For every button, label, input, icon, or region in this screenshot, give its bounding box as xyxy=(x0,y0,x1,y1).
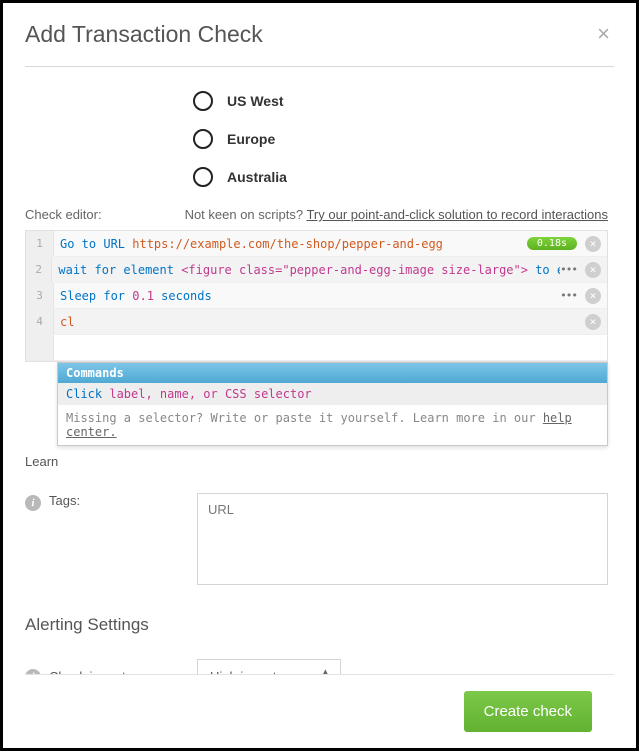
radio-icon[interactable] xyxy=(193,91,213,111)
line-code[interactable]: Go to URL https://example.com/the-shop/p… xyxy=(54,234,527,254)
radio-icon[interactable] xyxy=(193,129,213,149)
radio-icon[interactable] xyxy=(193,167,213,187)
region-option-europe[interactable]: Europe xyxy=(193,129,608,149)
line-number xyxy=(26,335,54,360)
line-number: 2 xyxy=(26,257,52,282)
tags-input[interactable] xyxy=(197,493,608,585)
editor-line-1[interactable]: 1 Go to URL https://example.com/the-shop… xyxy=(26,231,607,257)
region-label: Australia xyxy=(227,169,287,185)
delete-line-icon[interactable]: × xyxy=(585,314,601,330)
point-and-click-link[interactable]: Try our point-and-click solution to reco… xyxy=(306,207,608,222)
region-option-australia[interactable]: Australia xyxy=(193,167,608,187)
close-icon[interactable]: × xyxy=(593,21,614,47)
modal-title: Add Transaction Check xyxy=(25,21,263,48)
check-editor-header: Check editor: Not keen on scripts? Try o… xyxy=(25,207,608,222)
line-code[interactable]: Sleep for 0.1 seconds xyxy=(54,286,560,306)
delete-line-icon[interactable]: × xyxy=(585,288,601,304)
region-list: US West Europe Australia xyxy=(193,91,608,187)
line-number: 3 xyxy=(26,283,54,308)
check-editor-label: Check editor: xyxy=(25,207,102,222)
divider xyxy=(25,66,614,67)
add-transaction-check-modal: Add Transaction Check × US West Europe A… xyxy=(3,3,636,748)
info-icon[interactable]: i xyxy=(25,495,41,511)
modal-scroll-area[interactable]: US West Europe Australia Check editor: N… xyxy=(25,71,614,674)
editor-line-4[interactable]: 4 cl × xyxy=(26,309,607,335)
autocomplete-popup: Commands Click label, name, or CSS selec… xyxy=(57,362,608,446)
editor-line-2[interactable]: 2 wait for element <figure class="pepper… xyxy=(26,257,607,283)
learn-more-text: Learn xyxy=(25,454,608,469)
autocomplete-help: Missing a selector? Write or paste it yo… xyxy=(58,405,607,445)
line-number: 1 xyxy=(26,231,54,256)
region-option-us-west[interactable]: US West xyxy=(193,91,608,111)
tags-label: Tags: xyxy=(49,493,189,508)
check-importance-select[interactable]: High importance ▴▾ xyxy=(197,659,341,674)
autocomplete-suggestion[interactable]: Click label, name, or CSS selector xyxy=(58,383,607,405)
line-code[interactable]: cl xyxy=(54,312,585,332)
modal-footer: Create check xyxy=(25,674,614,748)
autocomplete-header: Commands xyxy=(58,363,607,383)
check-editor[interactable]: 1 Go to URL https://example.com/the-shop… xyxy=(25,230,608,362)
editor-line-3[interactable]: 3 Sleep for 0.1 seconds ••• × xyxy=(26,283,607,309)
create-check-button[interactable]: Create check xyxy=(464,691,592,732)
alerting-settings-title: Alerting Settings xyxy=(25,615,608,635)
timing-badge: 0.18s xyxy=(527,237,577,250)
region-label: US West xyxy=(227,93,284,109)
line-code[interactable]: wait for element <figure class="pepper-a… xyxy=(52,260,560,280)
tags-row: i Tags: xyxy=(25,493,608,585)
delete-line-icon[interactable]: × xyxy=(585,262,601,278)
modal-header: Add Transaction Check × xyxy=(25,21,614,48)
region-label: Europe xyxy=(227,131,275,147)
spinner-icon: ••• xyxy=(560,289,577,302)
line-number: 4 xyxy=(26,309,54,334)
editor-add-line[interactable] xyxy=(26,335,607,361)
check-importance-row: i Check importance: High importance ▴▾ xyxy=(25,659,608,674)
spinner-icon: ••• xyxy=(560,263,577,276)
delete-line-icon[interactable]: × xyxy=(585,236,601,252)
check-editor-hint: Not keen on scripts? Try our point-and-c… xyxy=(185,207,608,222)
